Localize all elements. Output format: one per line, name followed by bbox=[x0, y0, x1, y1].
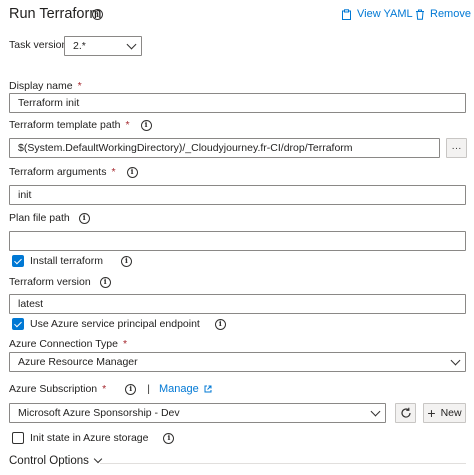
required-mark: * bbox=[125, 119, 130, 131]
required-mark: * bbox=[77, 80, 82, 92]
display-name-input[interactable]: Terraform init bbox=[9, 93, 466, 113]
external-link-icon bbox=[204, 385, 212, 393]
plus-icon: + bbox=[427, 405, 436, 421]
init-state-row[interactable]: Init state in Azure storage i bbox=[12, 432, 175, 444]
init-state-label: Init state in Azure storage bbox=[30, 432, 149, 444]
new-button[interactable]: + New bbox=[423, 403, 466, 423]
view-yaml-link[interactable]: View YAML bbox=[341, 8, 413, 20]
required-mark: * bbox=[111, 166, 116, 178]
install-terraform-label: Install terraform bbox=[30, 255, 103, 267]
manage-label: Manage bbox=[158, 383, 199, 395]
browse-button[interactable]: ··· bbox=[446, 138, 467, 158]
subscription-label: Azure Subscription * i | Manage bbox=[9, 383, 212, 395]
template-path-label: Terraform template path * i bbox=[9, 119, 152, 131]
use-spn-row[interactable]: Use Azure service principal endpoint i bbox=[12, 318, 226, 330]
required-mark: * bbox=[122, 338, 128, 350]
remove-link[interactable]: Remove bbox=[415, 8, 471, 20]
manage-link[interactable]: Manage bbox=[159, 383, 212, 395]
init-state-info-icon[interactable]: i bbox=[163, 432, 175, 444]
checkmark-icon bbox=[14, 319, 22, 327]
use-spn-info-icon[interactable]: i bbox=[214, 318, 226, 330]
connection-type-label-text: Azure Connection Type bbox=[9, 338, 118, 350]
remove-label: Remove bbox=[430, 8, 471, 20]
connection-type-select[interactable]: Azure Resource Manager bbox=[9, 352, 466, 372]
connection-type-value: Azure Resource Manager bbox=[18, 356, 138, 368]
task-version-value: 2.* bbox=[73, 40, 86, 52]
chevron-down-icon bbox=[126, 39, 137, 49]
plan-file-info-icon[interactable]: i bbox=[78, 212, 90, 224]
install-terraform-checkbox[interactable] bbox=[12, 255, 24, 267]
template-path-input[interactable]: $(System.DefaultWorkingDirectory)/_Cloud… bbox=[9, 138, 440, 158]
use-spn-label: Use Azure service principal endpoint bbox=[30, 318, 200, 330]
plan-file-label-text: Plan file path bbox=[9, 212, 70, 224]
subscription-value: Microsoft Azure Sponsorship - Dev bbox=[18, 407, 180, 419]
template-path-info-icon[interactable]: i bbox=[140, 119, 152, 131]
subscription-label-text: Azure Subscription bbox=[9, 383, 98, 395]
plan-file-input[interactable] bbox=[9, 231, 466, 251]
task-version-select[interactable]: 2.* bbox=[64, 36, 142, 56]
plan-file-label: Plan file path i bbox=[9, 212, 90, 224]
template-path-label-text: Terraform template path bbox=[9, 119, 121, 131]
terraform-version-label-text: Terraform version bbox=[9, 276, 91, 288]
chevron-down-icon bbox=[450, 355, 461, 365]
page-title: Run Terraform bbox=[9, 6, 102, 22]
arguments-label: Terraform arguments * i bbox=[9, 166, 138, 178]
checkmark-icon bbox=[14, 256, 22, 264]
use-spn-checkbox[interactable] bbox=[12, 318, 24, 330]
title-info-icon[interactable]: i bbox=[92, 9, 103, 20]
subscription-select[interactable]: Microsoft Azure Sponsorship - Dev bbox=[9, 403, 386, 423]
required-mark: * bbox=[102, 383, 107, 395]
terraform-version-label: Terraform version i bbox=[9, 276, 111, 288]
task-version-label: Task version bbox=[9, 39, 67, 51]
control-options-toggle[interactable]: Control Options bbox=[9, 454, 103, 467]
view-yaml-label: View YAML bbox=[357, 8, 413, 20]
display-name-label: Display name * bbox=[9, 80, 82, 92]
chevron-down-icon bbox=[93, 454, 103, 464]
clipboard-icon bbox=[342, 8, 351, 20]
terraform-version-info-icon[interactable]: i bbox=[99, 276, 111, 288]
display-name-label-text: Display name bbox=[9, 80, 73, 92]
trash-icon bbox=[416, 9, 424, 20]
section-divider bbox=[100, 463, 466, 464]
subscription-info-icon[interactable]: i bbox=[125, 383, 137, 395]
separator: | bbox=[147, 383, 150, 395]
chevron-down-icon bbox=[370, 406, 381, 416]
new-label: New bbox=[440, 407, 462, 419]
init-state-checkbox[interactable] bbox=[12, 432, 24, 444]
arguments-info-icon[interactable]: i bbox=[126, 166, 138, 178]
connection-type-label: Azure Connection Type * bbox=[9, 338, 127, 350]
arguments-input[interactable]: init bbox=[9, 185, 466, 205]
control-options-label: Control Options bbox=[9, 455, 89, 467]
arguments-label-text: Terraform arguments bbox=[9, 166, 107, 178]
install-terraform-info-icon[interactable]: i bbox=[120, 255, 132, 267]
terraform-version-input[interactable]: latest bbox=[9, 294, 466, 314]
refresh-button[interactable] bbox=[395, 403, 416, 423]
install-terraform-row[interactable]: Install terraform i bbox=[12, 255, 132, 267]
refresh-icon bbox=[400, 407, 411, 418]
task-version-label-text: Task version bbox=[9, 39, 68, 51]
